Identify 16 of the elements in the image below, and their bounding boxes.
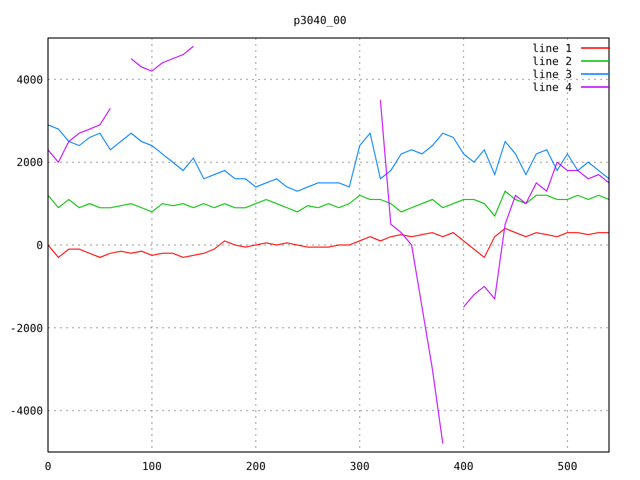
x-tick-label: 200 bbox=[246, 460, 266, 473]
y-tick-label: 4000 bbox=[16, 73, 43, 86]
legend-label: line 2 bbox=[532, 55, 572, 68]
y-tick-label: 0 bbox=[36, 239, 43, 252]
chart-title: p3040_00 bbox=[294, 14, 346, 27]
x-tick-label: 100 bbox=[142, 460, 162, 473]
x-tick-label: 400 bbox=[454, 460, 474, 473]
legend-label: line 1 bbox=[532, 42, 572, 55]
x-tick-label: 300 bbox=[350, 460, 370, 473]
y-tick-label: -2000 bbox=[10, 322, 43, 335]
legend-label: line 3 bbox=[532, 68, 572, 81]
legend-label: line 4 bbox=[532, 81, 572, 94]
y-tick-label: -4000 bbox=[10, 404, 43, 418]
x-tick-label: 0 bbox=[44, 460, 52, 473]
x-tick-label: 500 bbox=[558, 460, 578, 473]
y-tick-label: 2000 bbox=[16, 156, 43, 170]
